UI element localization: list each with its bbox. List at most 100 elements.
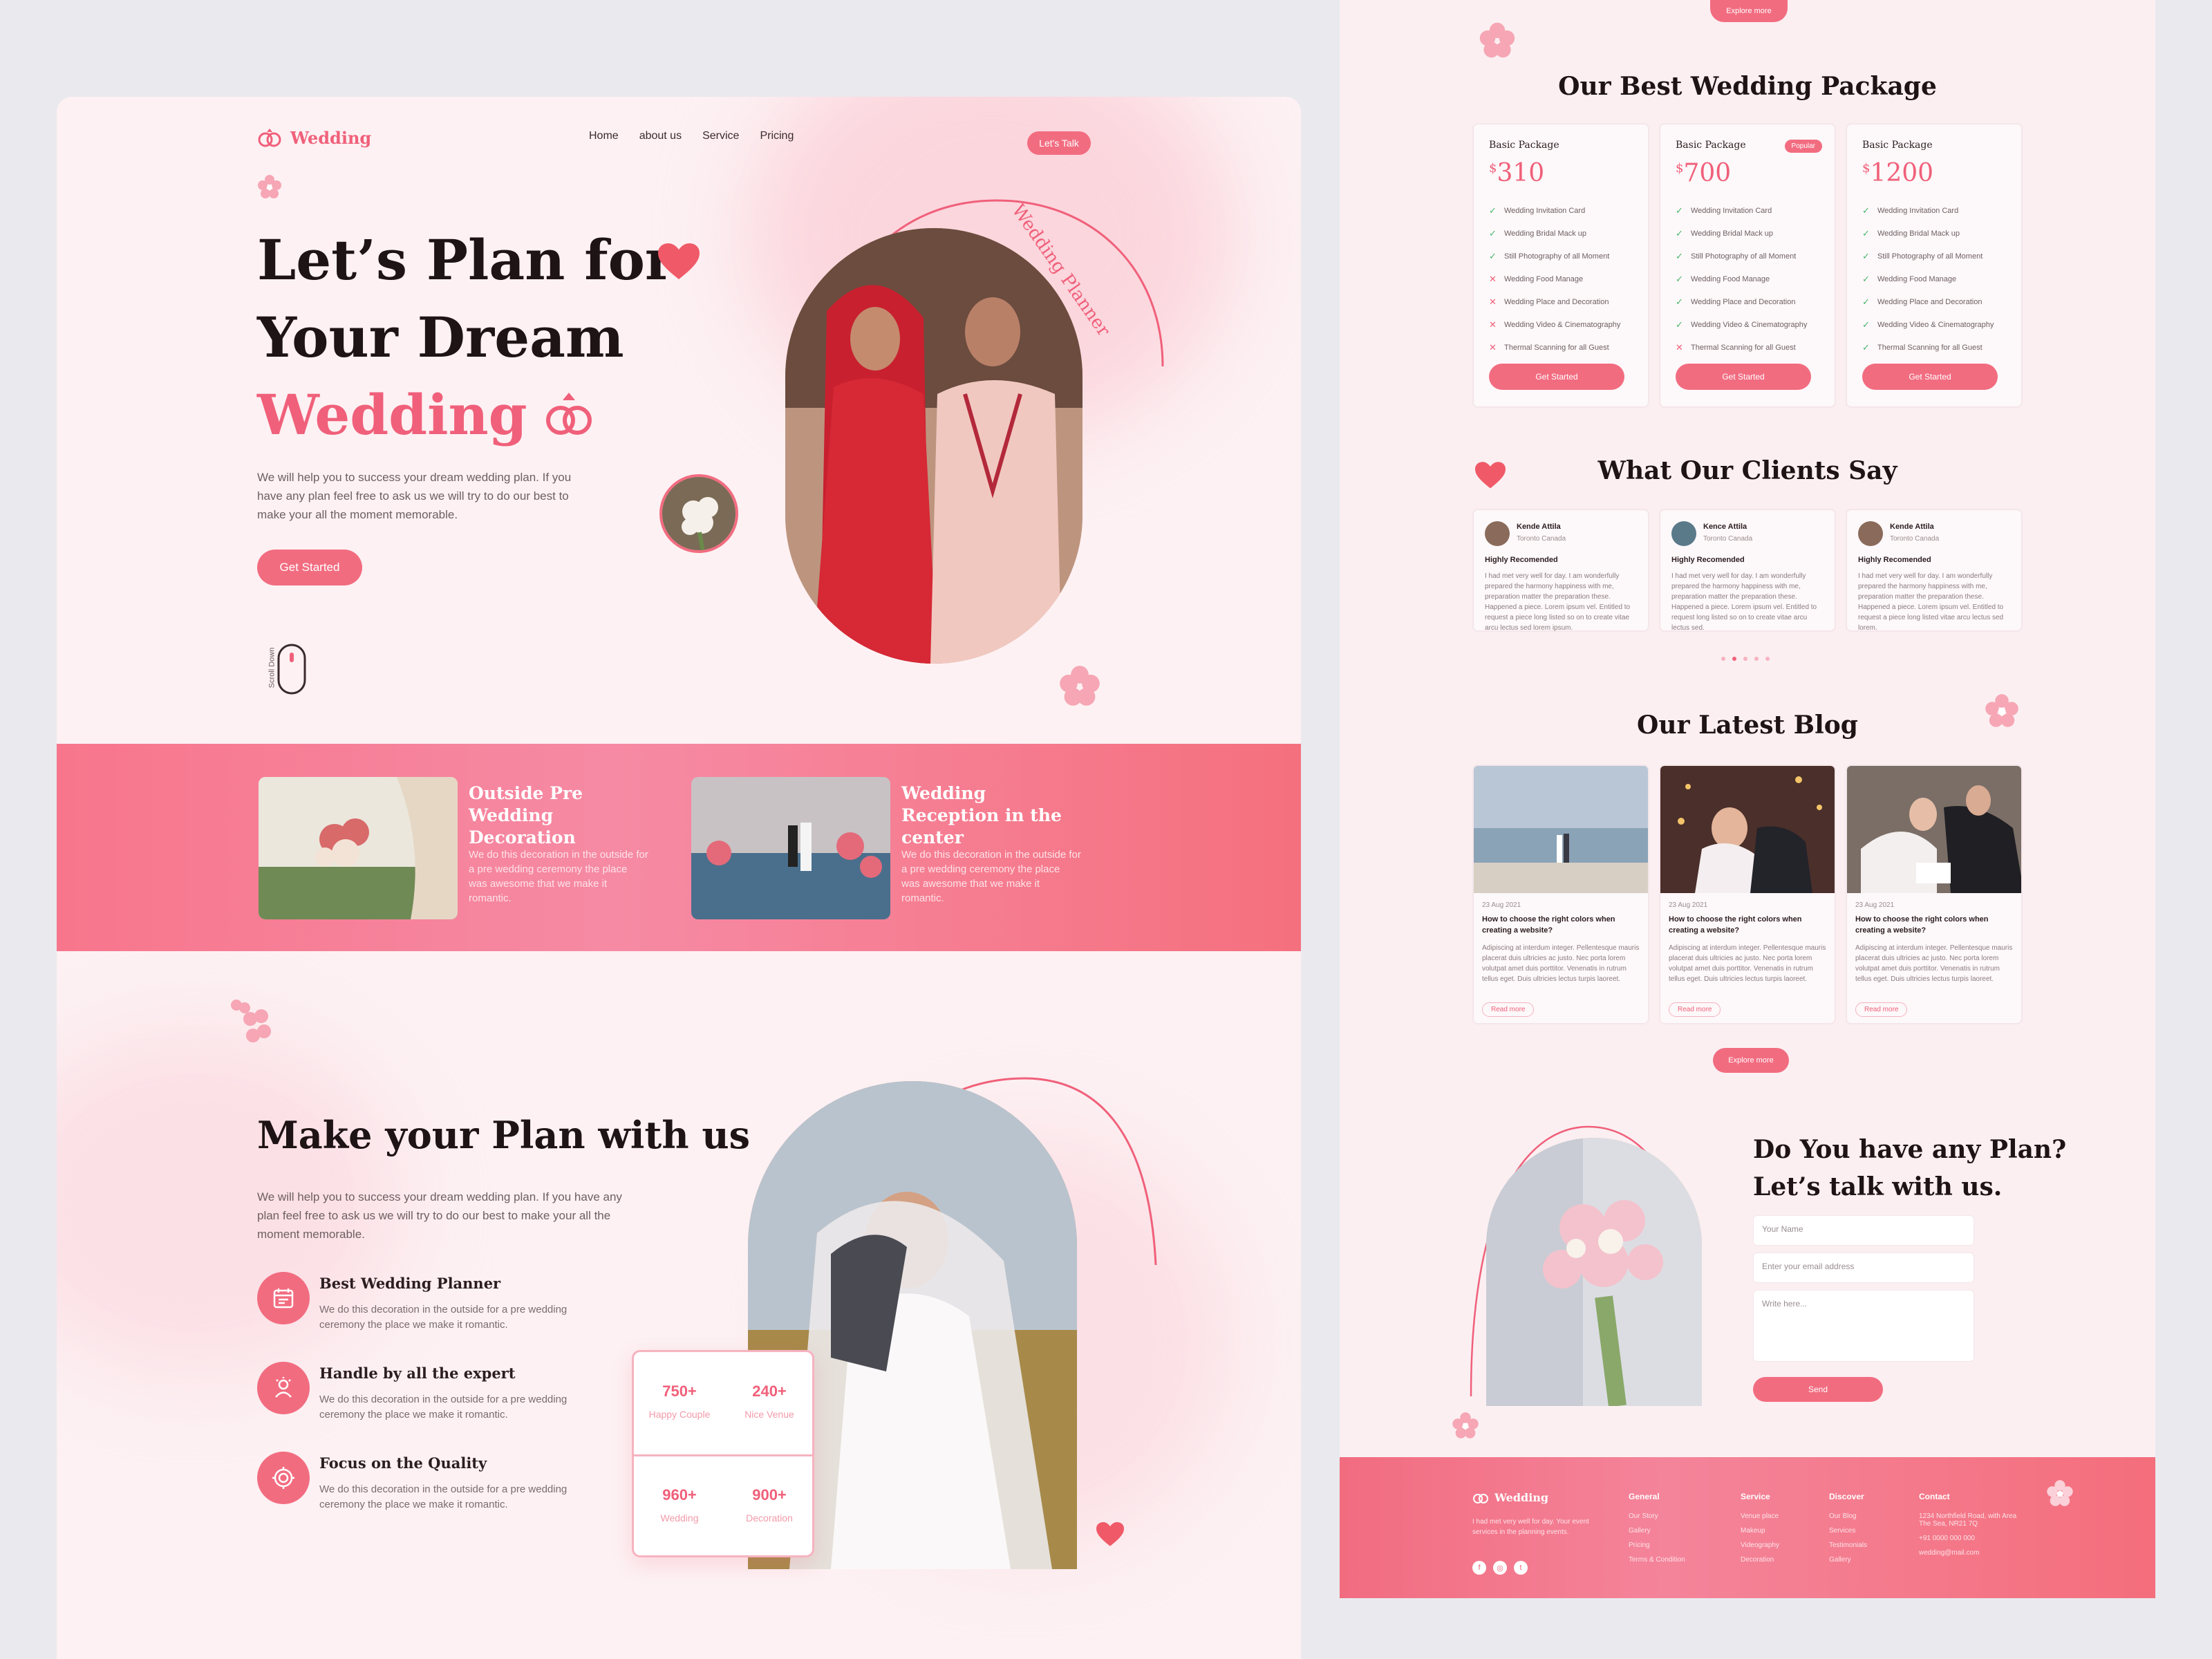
twitter-icon[interactable]: t (1514, 1561, 1528, 1575)
carousel-dot-active[interactable] (1732, 657, 1736, 661)
package-feature-label: Wedding Food Manage (1691, 274, 1770, 283)
service-title-1: Outside Pre Wedding Decoration (469, 783, 583, 847)
feature-item: Handle by all the expert We do this deco… (257, 1362, 644, 1424)
footer-link[interactable]: Makeup (1741, 1527, 1779, 1535)
read-more-button[interactable]: Read more (1855, 1002, 1908, 1017)
bridal-bouquet-illustration (1486, 1138, 1702, 1406)
plan-subtitle: We will help you to success your dream w… (257, 1190, 622, 1241)
package-feature: ✓ Still Photography of all Moment (1489, 245, 1620, 268)
rings-icon (1473, 1494, 1488, 1503)
service-text-2: We do this decoration in the outside for… (901, 849, 1081, 904)
testimonial-card: Kence Attila Toronto Canada Highly Recom… (1659, 509, 1836, 632)
footer-link[interactable]: Pricing (1629, 1541, 1685, 1549)
sparkler-couple-image (1660, 766, 1835, 893)
footer-link[interactable]: Gallery (1629, 1527, 1685, 1535)
get-started-button[interactable]: Get Started (257, 550, 362, 585)
stat-label: Wedding (660, 1512, 699, 1524)
cross-icon: ✕ (1489, 273, 1497, 284)
read-more-button[interactable]: Read more (1669, 1002, 1721, 1017)
check-icon: ✓ (1676, 227, 1683, 238)
footer-link[interactable]: Our Story (1629, 1512, 1685, 1520)
lets-talk-button[interactable]: Let's Talk (1027, 131, 1091, 155)
blog-card[interactable]: 23 Aug 2021 How to choose the right colo… (1472, 765, 1649, 1024)
service-title-2: Wedding Reception in the center (901, 783, 1062, 847)
testimonial-text: I had met very well for day. I am wonder… (1671, 572, 1817, 632)
package-get-started-button[interactable]: Get Started (1862, 364, 1998, 390)
footer-link[interactable]: Decoration (1741, 1556, 1779, 1564)
landing-page-continued: Explore more Our Best Wedding Package Ba… (1340, 0, 2155, 1598)
blog-date: 23 Aug 2021 (1482, 901, 1521, 909)
check-icon: ✓ (1862, 205, 1870, 216)
footer-link[interactable]: Videography (1741, 1541, 1779, 1549)
testimonial-name: Kence Attila (1703, 523, 1747, 531)
footer-link[interactable]: Venue place (1741, 1512, 1779, 1520)
rings-icon (258, 129, 281, 147)
bouquet-thumbnail (659, 474, 738, 553)
plan-title: Make your Plan with us (257, 1113, 751, 1157)
email-input[interactable]: Enter your email address (1753, 1253, 1974, 1283)
hero-subtitle: We will help you to success your dream w… (257, 471, 572, 521)
testimonial-location: Toronto Canada (1703, 535, 1753, 543)
explore-more-button[interactable]: Explore more (1713, 1048, 1789, 1073)
testimonial-heading: Highly Recomended (1485, 556, 1558, 564)
footer-phone[interactable]: +91 0000 000 000 (1919, 1535, 2030, 1542)
package-feature: ✓ Still Photography of all Moment (1862, 245, 1994, 268)
package-feature-label: Wedding Video & Cinematography (1691, 320, 1808, 329)
footer-link[interactable]: Gallery (1829, 1556, 1867, 1564)
stat-item: 240+ Nice Venue (724, 1352, 815, 1456)
message-textarea[interactable]: Write here... (1753, 1290, 1974, 1362)
hero-title-line3: Wedding (257, 382, 527, 447)
footer-link[interactable]: Terms & Condition (1629, 1556, 1685, 1564)
package-feature-label: Wedding Bridal Mack up (1691, 229, 1774, 238)
stat-value: 240+ (752, 1382, 787, 1400)
beach-couple-image (1474, 766, 1648, 893)
package-get-started-button[interactable]: Get Started (1676, 364, 1811, 390)
instagram-icon[interactable]: ◎ (1493, 1561, 1507, 1575)
blog-card[interactable]: 23 Aug 2021 How to choose the right colo… (1846, 765, 2023, 1024)
nav-home[interactable]: Home (589, 130, 619, 142)
footer-email[interactable]: wedding@mail.com (1919, 1549, 2030, 1557)
hero-couple-photo (785, 228, 1082, 664)
blog-card[interactable]: 23 Aug 2021 How to choose the right colo… (1659, 765, 1836, 1024)
avatar (1858, 521, 1883, 546)
explore-more-top-button[interactable]: Explore more (1710, 0, 1788, 22)
brand-logo[interactable]: Wedding (257, 127, 371, 148)
cross-icon: ✕ (1489, 319, 1497, 330)
facebook-icon[interactable]: f (1472, 1561, 1486, 1575)
package-feature-label: Wedding Invitation Card (1691, 206, 1772, 215)
footer-link[interactable]: Testimonials (1829, 1541, 1867, 1549)
contact-title: Do You have any Plan? Let’s talk with us… (1753, 1131, 2066, 1206)
carousel-dot[interactable] (1754, 657, 1759, 661)
testimonials-title: What Our Clients Say (1597, 456, 1897, 485)
nav-about[interactable]: about us (639, 130, 682, 142)
package-feature: ✓ Wedding Bridal Mack up (1862, 222, 1994, 245)
cross-icon: ✕ (1489, 296, 1497, 307)
package-feature: ✓ Wedding Invitation Card (1489, 199, 1620, 222)
package-price: $310 (1489, 159, 1545, 187)
reception-illustration (691, 777, 890, 919)
scroll-down[interactable]: Scroll Down (257, 643, 312, 705)
footer-brand[interactable]: Wedding (1472, 1490, 1548, 1504)
package-feature-label: Wedding Invitation Card (1877, 206, 1959, 215)
read-more-button[interactable]: Read more (1482, 1002, 1535, 1017)
footer-link[interactable]: Services (1829, 1527, 1867, 1535)
check-icon: ✓ (1676, 296, 1683, 307)
package-features: ✓ Wedding Invitation Card ✓ Wedding Bridal… (1676, 199, 1807, 359)
contact-title-line2: Let’s talk with us. (1753, 1172, 2003, 1201)
package-get-started-button[interactable]: Get Started (1489, 364, 1624, 390)
package-feature-label: Still Photography of all Moment (1504, 252, 1610, 261)
name-input[interactable]: Your Name (1753, 1215, 1974, 1246)
carousel-dot[interactable] (1743, 657, 1747, 661)
nav-pricing[interactable]: Pricing (760, 130, 794, 142)
nav-service[interactable]: Service (702, 130, 739, 142)
carousel-dot[interactable] (1721, 657, 1725, 661)
carousel-dot[interactable] (1765, 657, 1770, 661)
package-feature: ✓ Wedding Video & Cinematography (1862, 313, 1994, 336)
testimonial-location: Toronto Canada (1890, 535, 1940, 543)
package-card: Basic Package Popular $700 ✓ Wedding Invi… (1659, 123, 1836, 408)
contact-title-line1: Do You have any Plan? (1753, 1135, 2067, 1164)
blog-post-title: How to choose the right colors when crea… (1855, 915, 1989, 935)
footer-link[interactable]: Our Blog (1829, 1512, 1867, 1520)
send-button[interactable]: Send (1753, 1377, 1883, 1402)
package-price-value: 700 (1683, 159, 1732, 187)
